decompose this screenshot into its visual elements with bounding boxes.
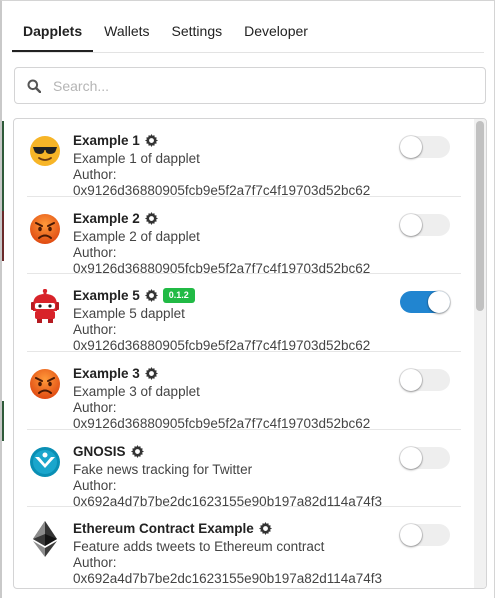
gear-icon[interactable]: [144, 289, 158, 303]
search-input[interactable]: [53, 70, 473, 101]
dapplet-description: Example 3 of dapplet: [73, 384, 200, 400]
tab-dapplets[interactable]: Dapplets: [12, 1, 94, 52]
dapplet-item: Example 2 Example 2 of dapplet Author: 0…: [27, 197, 461, 276]
dapplet-title: Example 3: [73, 366, 140, 382]
dapplet-author-label: Author:: [73, 477, 117, 493]
dapplet-item: Ethereum Contract Example Feature adds t…: [27, 507, 461, 587]
dapplet-title: Example 5: [73, 288, 140, 304]
ethereum-logo-icon: [28, 521, 62, 558]
dapplet-title-row: Example 5 0.1.2: [73, 288, 195, 304]
dapplet-title: Example 1: [73, 133, 140, 148]
dapplet-description: Fake news tracking for Twitter: [73, 461, 253, 477]
dapplet-item: GNOSIS Fake news tracking for Twitter Au…: [27, 430, 461, 509]
toggle-knob: [400, 446, 422, 469]
search-icon: [15, 67, 53, 104]
dapplet-title: Ethereum Contract Example: [73, 521, 254, 537]
dapplet-author-label: Author:: [73, 400, 117, 416]
dapplet-list: Example 1 Example 1 of dapplet Author: 0…: [14, 119, 474, 587]
scrollbar-thumb[interactable]: [476, 121, 484, 311]
red-robot-icon: [28, 288, 62, 324]
dapplet-title-row: Example 2: [73, 211, 158, 226]
dapplet-item: Example 5 0.1.2 Example 5 dapplet Author…: [27, 274, 461, 353]
dapplet-item: Example 1 Example 1 of dapplet Author: 0…: [27, 119, 461, 198]
tab-divider: [12, 52, 484, 53]
dapplet-title-row: Example 3: [73, 366, 158, 381]
gear-icon[interactable]: [130, 444, 144, 458]
toggle-knob: [400, 213, 422, 236]
dapplet-title-row: Ethereum Contract Example: [73, 521, 272, 536]
dapplet-author-label: Author:: [73, 555, 117, 571]
dapplet-list-container[interactable]: Example 1 Example 1 of dapplet Author: 0…: [13, 118, 487, 589]
tab-wallets[interactable]: Wallets: [93, 1, 160, 52]
underlying-page-edge: [2, 211, 4, 261]
toggle-knob: [400, 524, 422, 547]
dapplet-author-label: Author:: [73, 167, 117, 182]
dapplet-title: Example 2: [73, 210, 140, 226]
dapplet-item: Example 3 Example 3 of dapplet Author: 0…: [27, 352, 461, 431]
dapplet-toggle[interactable]: [400, 524, 450, 547]
gnosis-logo-icon: [28, 444, 62, 480]
dapplet-author: 0x692a4d7b7be2dc1623155e90b197a82d114a74…: [73, 571, 383, 587]
dapplet-toggle[interactable]: [400, 446, 450, 469]
dapplet-title: GNOSIS: [73, 443, 126, 459]
version-badge: 0.1.2: [162, 288, 195, 304]
dapplet-toggle[interactable]: [400, 369, 450, 392]
tab-settings[interactable]: Settings: [161, 1, 234, 52]
dapplet-toggle[interactable]: [400, 136, 450, 158]
search-box[interactable]: [14, 67, 486, 104]
tab-bar: Dapplets Wallets Settings Developer: [12, 1, 484, 63]
dapplet-description: Feature adds tweets to Ethereum contract: [73, 539, 325, 555]
underlying-page-edge: [2, 121, 4, 211]
angry-face-emoji-icon: [28, 211, 62, 247]
gear-icon[interactable]: [258, 522, 272, 536]
toggle-knob: [400, 136, 422, 158]
dapplet-author-label: Author:: [73, 322, 117, 338]
dapplet-toggle[interactable]: [400, 291, 450, 314]
gear-icon[interactable]: [144, 367, 158, 381]
toggle-knob: [400, 369, 422, 392]
sunglasses-emoji-icon: [28, 133, 62, 169]
toggle-knob: [428, 291, 450, 314]
dapplet-description: Example 2 of dapplet: [73, 228, 200, 244]
dapplet-toggle[interactable]: [400, 213, 450, 236]
list-scrollbar[interactable]: [474, 119, 486, 588]
gear-icon[interactable]: [144, 211, 158, 225]
popup-window: Dapplets Wallets Settings Developer Sear…: [0, 0, 495, 598]
dapplet-description: Example 5 dapplet: [73, 306, 185, 322]
dapplet-description: Example 1 of dapplet: [73, 151, 200, 166]
underlying-page-edge: [2, 401, 4, 441]
gear-icon[interactable]: [144, 134, 158, 147]
dapplet-title-row: GNOSIS: [73, 444, 144, 459]
angry-face-emoji-icon: [28, 366, 62, 402]
tab-developer[interactable]: Developer: [233, 1, 319, 52]
dapplet-title-row: Example 1: [73, 133, 158, 148]
dapplet-author-label: Author:: [73, 244, 117, 260]
